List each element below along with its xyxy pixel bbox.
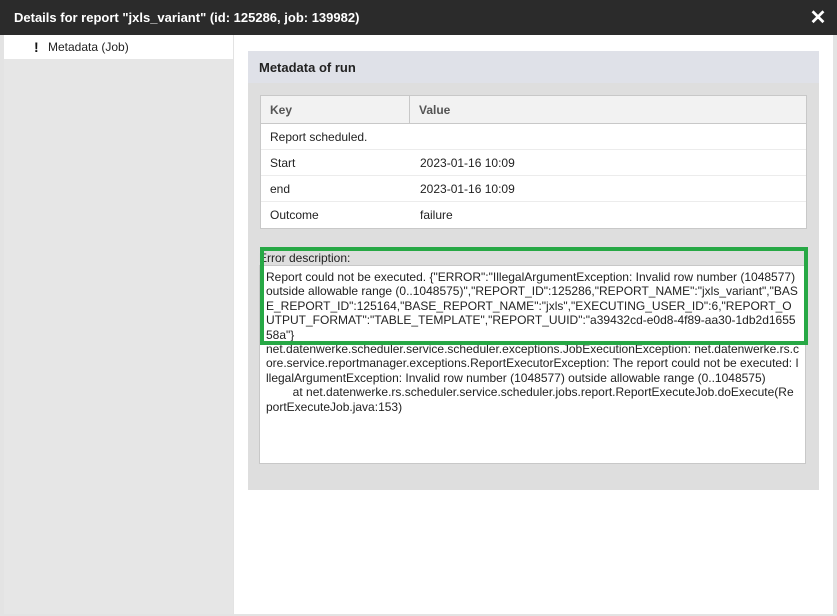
table-header: Key Value xyxy=(261,96,806,124)
table-row: Report scheduled. xyxy=(261,124,806,150)
sidebar: ! Metadata (Job) xyxy=(4,35,233,614)
error-description-textarea[interactable]: Report could not be executed. {"ERROR":"… xyxy=(259,265,806,464)
table-row: end 2023-01-16 10:09 xyxy=(261,176,806,202)
row-value: 2023-01-16 10:09 xyxy=(420,181,515,196)
window-titlebar: Details for report "jxls_variant" (id: 1… xyxy=(0,0,837,35)
table-row: Start 2023-01-16 10:09 xyxy=(261,150,806,176)
sidebar-item-metadata-job[interactable]: ! Metadata (Job) xyxy=(4,35,233,59)
table-row: Outcome failure xyxy=(261,202,806,228)
row-value: failure xyxy=(420,208,453,222)
row-key: Outcome xyxy=(270,208,319,222)
main-content: Metadata of run Key Value Report schedul… xyxy=(234,35,833,614)
row-key: Report scheduled. xyxy=(270,129,368,144)
panel-title: Metadata of run xyxy=(248,51,819,83)
metadata-table: Key Value Report scheduled. Start 2023-0… xyxy=(260,95,807,229)
metadata-panel: Metadata of run Key Value Report schedul… xyxy=(248,51,819,490)
close-icon[interactable]: ✕ xyxy=(807,6,829,29)
error-description-label: Error description: xyxy=(259,251,351,265)
column-header-value[interactable]: Value xyxy=(410,96,806,123)
sidebar-item-label: Metadata (Job) xyxy=(48,40,129,54)
row-value: 2023-01-16 10:09 xyxy=(420,155,515,170)
row-key: Start xyxy=(270,155,296,170)
row-key: end xyxy=(270,181,291,196)
column-header-key[interactable]: Key xyxy=(261,96,410,123)
window-title: Details for report "jxls_variant" (id: 1… xyxy=(14,10,360,25)
